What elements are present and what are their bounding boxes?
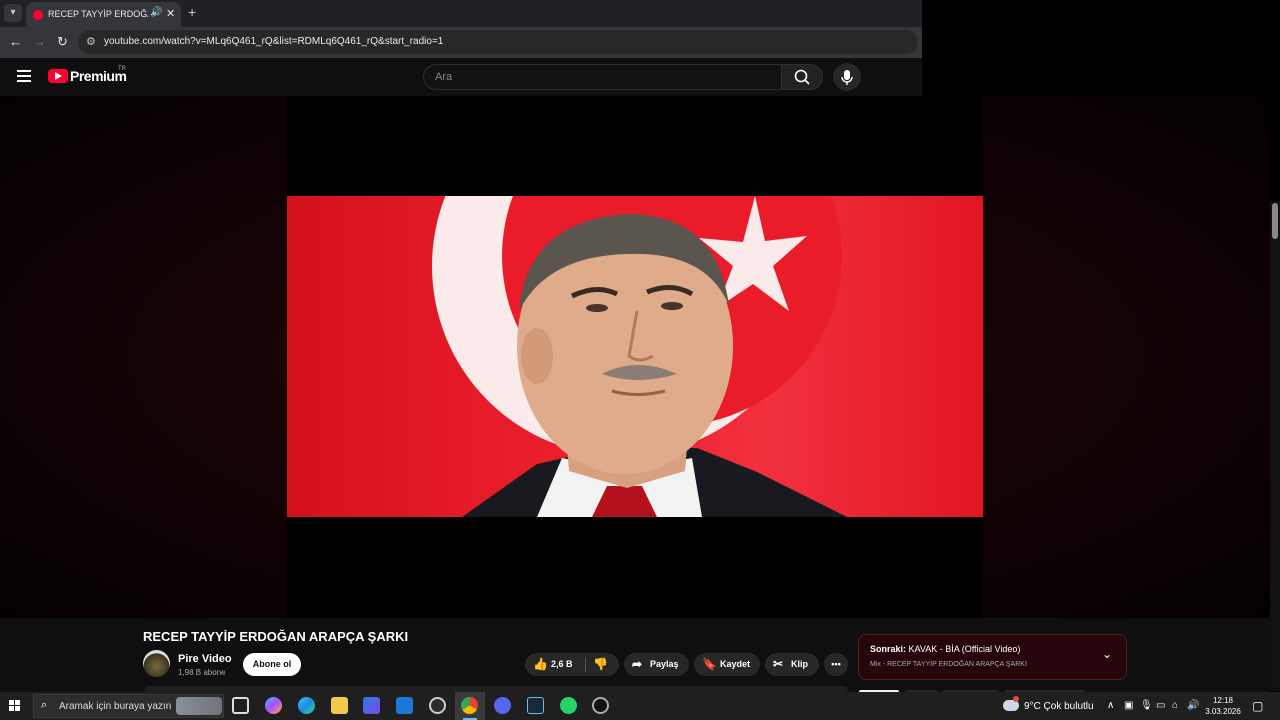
site-info-icon[interactable]: ⚙ (86, 35, 96, 48)
chevron-up-icon[interactable]: ∧ (1107, 700, 1114, 711)
search-icon: ⌕ (41, 699, 48, 711)
browser-tab[interactable]: RECEP TAYYİP ERDOĞAN AR 🔊 ✕ (26, 2, 181, 27)
taskbar-search-input[interactable]: ⌕ Aramak için buraya yazın (33, 694, 224, 718)
url-text: youtube.com/watch?v=MLq6Q461_rQ&list=RDM… (104, 36, 444, 47)
scissors-icon: ✂ (773, 657, 784, 671)
microphone-icon (841, 70, 853, 85)
taskbar-search-placeholder: Aramak için buraya yazın (59, 701, 172, 712)
search-placeholder: Ara (435, 71, 453, 83)
menu-icon[interactable] (17, 70, 31, 82)
chevron-down-icon[interactable]: ⌄ (1102, 647, 1112, 661)
browser-toolbar: ← → ↻ ⚙ youtube.com/watch?v=MLq6Q461_rQ&… (0, 27, 922, 58)
subscriber-count: 1,98 B abone (178, 668, 226, 677)
display-icon[interactable]: ▭ (1156, 700, 1165, 711)
weather-alert-badge (1013, 696, 1019, 702)
forward-arrow-icon[interactable]: → (33, 34, 46, 49)
search-highlight-image (176, 697, 222, 715)
youtube-favicon-icon (33, 10, 43, 20)
clip-label: Klip (791, 659, 808, 669)
tab-strip: ▾ RECEP TAYYİP ERDOĞAN AR 🔊 ✕ + (0, 0, 922, 27)
video-thumbnail-image (432, 196, 847, 517)
video-player[interactable] (287, 96, 983, 618)
like-count[interactable]: 2,6 B (551, 653, 573, 676)
like-divider (585, 657, 586, 672)
bookmark-icon: 🔖 (702, 657, 717, 671)
more-actions-button[interactable]: ••• (824, 653, 848, 676)
video-frame (287, 196, 983, 517)
windows-taskbar: ⌕ Aramak için buraya yazın 9°C Çok bulut… (0, 692, 1280, 720)
channel-avatar[interactable] (143, 650, 170, 677)
youtube-logo-icon[interactable] (48, 69, 68, 83)
chrome-browser-icon[interactable] (461, 697, 478, 714)
page-scrollbar[interactable] (1270, 201, 1280, 691)
copilot-icon[interactable] (265, 697, 282, 714)
youtube-header: Premium TR Ara (0, 58, 922, 96)
search-icon (794, 69, 810, 85)
tab-search-icon[interactable]: ▾ (4, 4, 22, 22)
network-icon[interactable]: ⌂ (1172, 700, 1178, 711)
share-button[interactable]: ➦ Paylaş (624, 653, 689, 676)
up-next-card[interactable]: Sonraki: KAVAK - BİA (Official Video) Mi… (858, 634, 1127, 680)
reload-icon[interactable]: ↻ (57, 34, 68, 50)
up-next-prefix: Sonraki: (870, 644, 907, 654)
save-button[interactable]: 🔖 Kaydet (694, 653, 760, 676)
browser-window-chrome: ▾ RECEP TAYYİP ERDOĞAN AR 🔊 ✕ + ← → ↻ ⚙ … (0, 0, 922, 58)
share-arrow-icon: ➦ (632, 657, 643, 671)
video-info-section: RECEP TAYYİP ERDOĞAN ARAPÇA ŞARKI Pire V… (0, 618, 1270, 694)
windows-start-icon[interactable] (9, 700, 21, 712)
save-label: Kaydet (720, 659, 751, 669)
country-code: TR (118, 66, 126, 72)
file-explorer-icon[interactable] (331, 697, 348, 714)
video-title: RECEP TAYYİP ERDOĞAN ARAPÇA ŞARKI (143, 629, 409, 644)
up-next-playlist: Mix - RECEP TAYYİP ERDOĞAN ARAPÇA ŞARKI (870, 661, 1027, 668)
microphone-icon[interactable]: 🎙 (1140, 700, 1153, 711)
close-tab-icon[interactable]: ✕ (166, 7, 175, 20)
address-bar[interactable]: ⚙ youtube.com/watch?v=MLq6Q461_rQ&list=R… (78, 30, 918, 54)
up-next-title: Sonraki: KAVAK - BİA (Official Video) (870, 644, 1020, 654)
speaker-icon[interactable]: 🔊 (150, 7, 162, 18)
steam-icon[interactable] (527, 697, 544, 714)
subscribe-button[interactable]: Abone ol (243, 653, 301, 676)
microsoft-store-icon[interactable] (363, 697, 380, 714)
search-input[interactable]: Ara (423, 64, 782, 90)
mail-icon[interactable] (396, 697, 413, 714)
system-clock[interactable]: 12:18 3.03.2026 (1200, 695, 1246, 717)
like-dislike-group: 👍 2,6 B 👎 (525, 653, 619, 676)
channel-name[interactable]: Pire Video (178, 653, 232, 665)
task-view-icon[interactable] (232, 697, 249, 714)
whatsapp-icon[interactable] (560, 697, 577, 714)
new-tab-icon[interactable]: + (188, 4, 196, 20)
thumbs-up-icon[interactable]: 👍 (533, 653, 548, 676)
tab-title: RECEP TAYYİP ERDOĞAN AR (48, 9, 148, 19)
scrollbar-thumb[interactable] (1272, 203, 1278, 239)
weather-text[interactable]: 9°C Çok bulutlu (1024, 701, 1094, 712)
tray-app-icon[interactable]: ▣ (1124, 700, 1133, 711)
back-arrow-icon[interactable]: ← (9, 34, 22, 49)
more-horizontal-icon: ••• (831, 659, 841, 669)
voice-search-button[interactable] (833, 63, 861, 91)
clock-date: 3.03.2026 (1205, 707, 1241, 716)
clock-time: 12:18 (1212, 696, 1234, 705)
share-label: Paylaş (650, 659, 679, 669)
thumbs-down-icon[interactable]: 👎 (593, 653, 608, 676)
clip-button[interactable]: ✂ Klip (765, 653, 819, 676)
volume-icon[interactable]: 🔊 (1187, 700, 1199, 711)
up-next-video-title: KAVAK - BİA (Official Video) (908, 644, 1021, 654)
notification-icon[interactable]: ▢ (1252, 699, 1263, 713)
discord-icon[interactable] (494, 697, 511, 714)
recording-app-icon[interactable] (592, 697, 609, 714)
app-icon[interactable] (429, 697, 446, 714)
search-button[interactable] (781, 64, 823, 90)
edge-browser-icon[interactable] (298, 697, 315, 714)
